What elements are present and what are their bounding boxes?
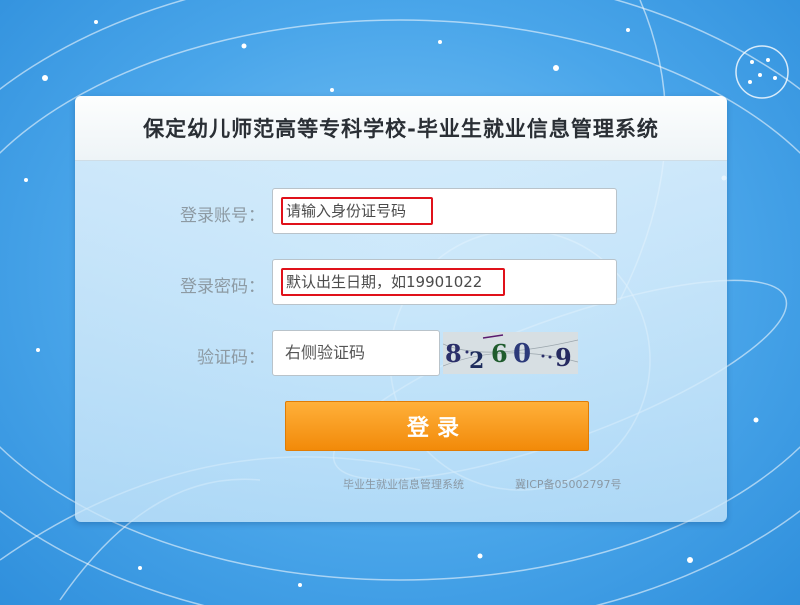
captcha-char-5: 9 (555, 343, 572, 372)
account-input[interactable]: 请输入身份证号码 (272, 188, 617, 234)
account-placeholder: 请输入身份证号码 (281, 197, 433, 225)
login-panel: 保定幼儿师范高等专科学校-毕业生就业信息管理系统 登录账号： 请输入身份证号码 … (75, 96, 727, 522)
password-row: 登录密码： 默认出生日期，如19901022 (75, 259, 727, 307)
page-title: 保定幼儿师范高等专科学校-毕业生就业信息管理系统 (143, 117, 659, 141)
password-input[interactable]: 默认出生日期，如19901022 (272, 259, 617, 305)
password-placeholder: 默认出生日期，如19901022 (281, 268, 505, 296)
footer-icp[interactable]: 冀ICP备05002797号 (515, 476, 622, 492)
captcha-input[interactable]: 右侧验证码 (272, 330, 440, 376)
captcha-row: 验证码： 右侧验证码 8 2 6 0 9 (75, 330, 727, 378)
captcha-char-2: 2 (469, 348, 484, 374)
captcha-label: 验证码： (197, 348, 265, 368)
account-row: 登录账号： 请输入身份证号码 (75, 188, 727, 236)
captcha-char-3: 6 (491, 339, 508, 368)
login-button[interactable]: 登录 (285, 401, 589, 451)
captcha-image[interactable]: 8 2 6 0 9 (443, 332, 578, 374)
captcha-char-4: 0 (513, 339, 531, 369)
account-label: 登录账号： (180, 206, 265, 226)
captcha-char-1: 8 (445, 339, 462, 368)
password-label: 登录密码： (180, 277, 265, 297)
footer-system-name: 毕业生就业信息管理系统 (343, 478, 464, 491)
panel-header: 保定幼儿师范高等专科学校-毕业生就业信息管理系统 (75, 96, 727, 161)
